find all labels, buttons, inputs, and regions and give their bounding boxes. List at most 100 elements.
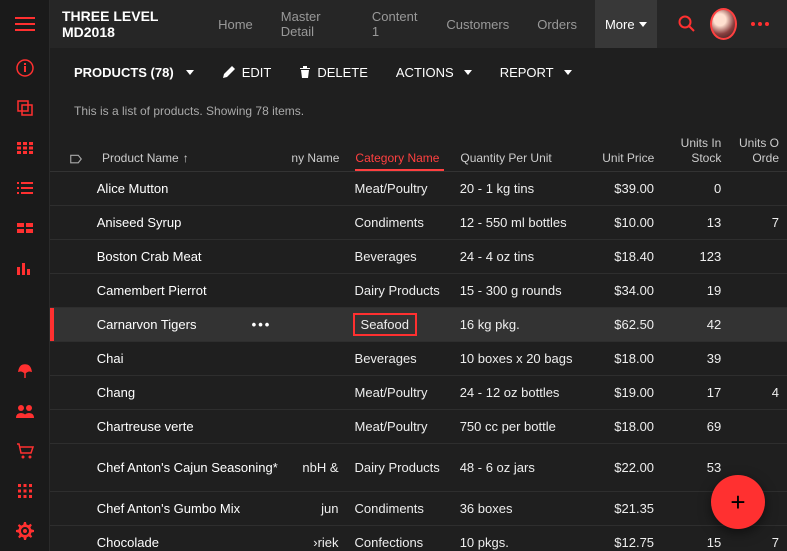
nav-home[interactable]: Home [208,0,263,48]
cell-stock: 13 [662,215,729,230]
table-row[interactable]: Alice MuttonMeat/Poultry20 - 1 kg tins$3… [50,172,787,206]
nav-customers[interactable]: Customers [436,0,519,48]
cell-qty: 24 - 4 oz tins [452,249,586,264]
grid-icon[interactable] [0,128,50,168]
cell-order: 4 [729,385,787,400]
cell-category: Beverages [347,351,452,366]
search-icon[interactable] [673,6,703,42]
table-row[interactable]: ChaiBeverages10 boxes x 20 bags$18.0039 [50,342,787,376]
cell-qty: 20 - 1 kg tins [452,181,586,196]
cell-category: Condiments [347,501,452,516]
column-quantity[interactable]: Quantity Per Unit [452,151,585,165]
cell-category: Meat/Poultry [347,181,452,196]
cell-product-name: Carnarvon Tigers••• [89,317,280,332]
avatar[interactable] [710,8,737,40]
trash-icon [299,65,311,79]
cell-product-name: Chef Anton's Gumbo Mix [89,501,280,516]
cell-price: $21.35 [585,501,662,516]
column-product-name[interactable]: Product Name↑ [90,151,280,165]
pencil-icon [222,65,236,79]
nav-master-detail[interactable]: Master Detail [271,0,354,48]
cell-price: $19.00 [585,385,662,400]
chevron-down-icon [564,70,572,75]
cell-qty: 10 boxes x 20 bags [452,351,586,366]
column-units-stock[interactable]: Units In Stock [662,136,729,165]
cell-price: $39.00 [585,181,662,196]
toolbar: PRODUCTS (78) EDIT DELETE ACTIONS REPORT [50,48,787,96]
cell-category: Meat/Poultry [347,385,452,400]
eco-icon[interactable] [0,351,50,391]
select-column[interactable] [50,153,90,165]
cell-product-name: Aniseed Syrup [89,215,280,230]
cell-stock: 123 [662,249,729,264]
table-row[interactable]: ChangMeat/Poultry24 - 12 oz bottles$19.0… [50,376,787,410]
table-header: Product Name↑ ny Name Category Name Quan… [50,126,787,172]
cell-company: ›riek [279,535,346,550]
cart-icon[interactable] [0,431,50,471]
cell-qty: 24 - 12 oz bottles [452,385,586,400]
cell-product-name: Chai [89,351,280,366]
table-row[interactable]: Carnarvon Tigers•••Seafood16 kg pkg.$62.… [50,308,787,342]
cell-stock: 69 [662,419,729,434]
gear-icon[interactable] [0,511,50,551]
apps-icon[interactable] [0,471,50,511]
cell-category: Dairy Products [347,460,452,475]
data-table: Product Name↑ ny Name Category Name Quan… [50,126,787,551]
cell-price: $18.00 [585,351,662,366]
column-category-name[interactable]: Category Name [347,151,452,165]
edit-button[interactable]: EDIT [222,65,272,80]
cell-price: $22.00 [585,460,662,475]
cell-qty: 36 boxes [452,501,586,516]
table-row[interactable]: Chef Anton's Cajun Seasoning*nbH &Dairy … [50,444,787,492]
cell-stock: 0 [662,181,729,196]
cell-product-name: Chartreuse verte [89,419,280,434]
add-button[interactable]: + [711,475,765,529]
cell-price: $62.50 [585,317,662,332]
row-actions-icon[interactable]: ••• [252,317,272,332]
report-button[interactable]: REPORT [500,65,572,80]
nav-orders[interactable]: Orders [527,0,587,48]
cell-qty: 48 - 6 oz jars [452,460,586,475]
cards-icon[interactable] [0,208,50,248]
chart-icon[interactable] [0,248,50,288]
page-title[interactable]: PRODUCTS (78) [74,65,194,80]
table-row[interactable]: Aniseed SyrupCondiments12 - 550 ml bottl… [50,206,787,240]
cell-stock: 19 [662,283,729,298]
cell-category: Confections [347,535,452,550]
cell-qty: 15 - 300 g rounds [452,283,586,298]
copy-icon[interactable] [0,88,50,128]
cell-category: Meat/Poultry [347,419,452,434]
table-row[interactable]: Chartreuse verteMeat/Poultry750 cc per b… [50,410,787,444]
table-row[interactable]: Chocolade›riekConfections10 pkgs.$12.751… [50,526,787,551]
cell-company: nbH & [279,460,346,475]
table-row[interactable]: Boston Crab MeatBeverages24 - 4 oz tins$… [50,240,787,274]
actions-button[interactable]: ACTIONS [396,65,472,80]
nav-more[interactable]: More [595,0,657,48]
menu-icon[interactable] [0,0,50,48]
cell-price: $18.00 [585,419,662,434]
cell-product-name: Chef Anton's Cajun Seasoning* [89,460,280,475]
cell-qty: 12 - 550 ml bottles [452,215,586,230]
chevron-down-icon [186,70,194,75]
column-units-order[interactable]: Units O Orde [729,136,787,165]
more-actions-icon[interactable] [745,6,775,42]
nav-content1[interactable]: Content 1 [362,0,428,48]
cell-category: Seafood [347,313,452,336]
list-icon[interactable] [0,168,50,208]
cell-company: jun [279,501,346,516]
cell-price: $10.00 [585,215,662,230]
cell-product-name: Boston Crab Meat [89,249,280,264]
table-row[interactable]: Camembert PierrotDairy Products15 - 300 … [50,274,787,308]
info-icon[interactable] [0,48,50,88]
column-company-name[interactable]: ny Name [280,151,347,165]
column-unit-price[interactable]: Unit Price [586,151,663,165]
cell-price: $12.75 [585,535,662,550]
cell-price: $34.00 [585,283,662,298]
topbar: THREE LEVEL MD2018 Home Master Detail Co… [50,0,787,48]
delete-button[interactable]: DELETE [299,65,368,80]
users-icon[interactable] [0,391,50,431]
cell-product-name: Camembert Pierrot [89,283,280,298]
helper-text: This is a list of products. Showing 78 i… [50,96,787,126]
chevron-down-icon [639,22,647,27]
table-row[interactable]: Chef Anton's Gumbo MixjunCondiments36 bo… [50,492,787,526]
